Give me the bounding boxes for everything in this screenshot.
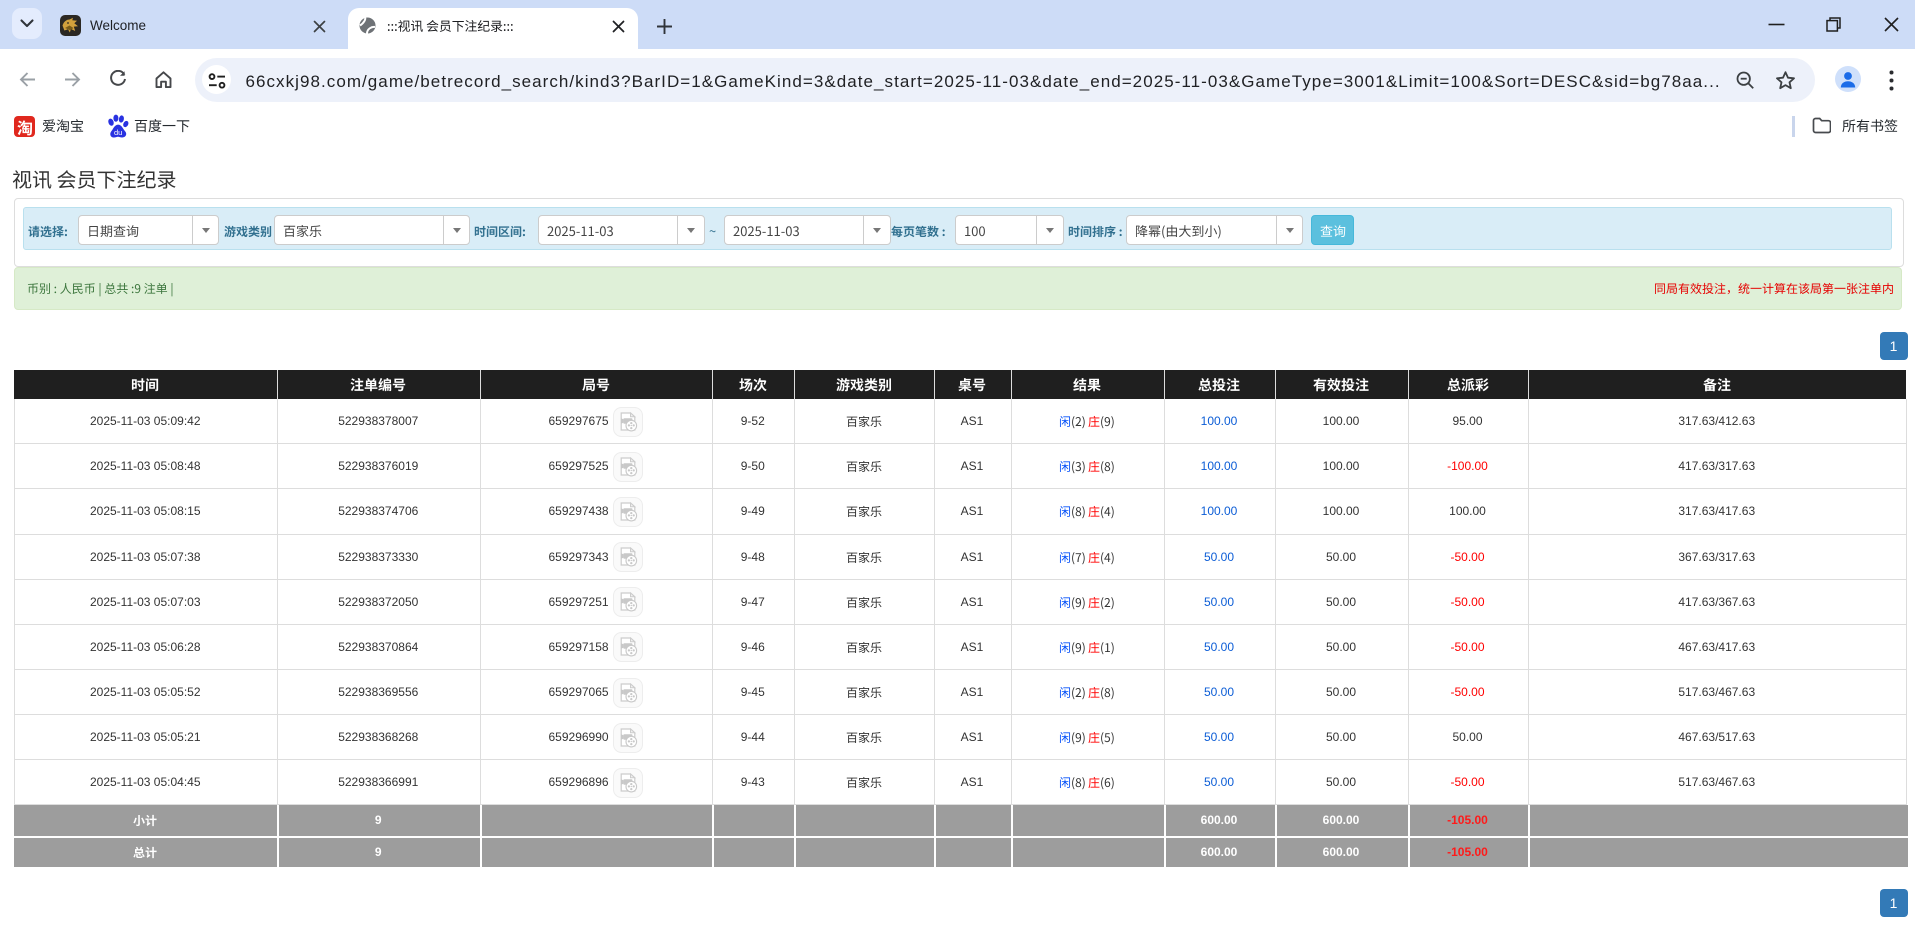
svg-text:du: du [114, 128, 122, 137]
